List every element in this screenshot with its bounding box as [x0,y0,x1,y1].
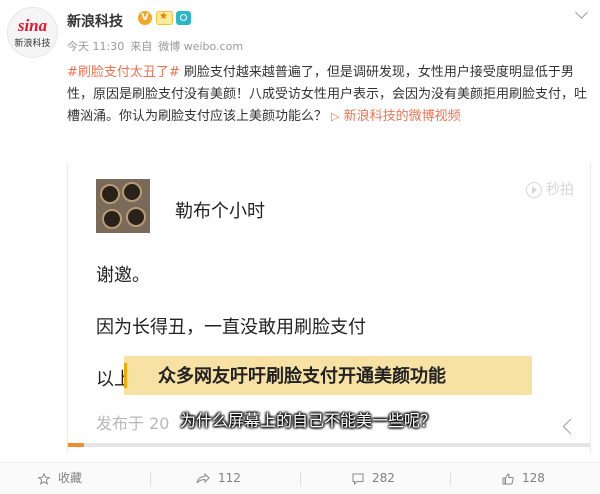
action-bar: 收藏 112 282 128 [0,462,600,494]
like-count: 128 [522,471,545,485]
watermark: 秒拍 [526,179,574,199]
member-badge-icon: ★ [156,11,173,25]
comment-count: 282 [372,471,395,485]
fullscreen-icon[interactable] [562,418,579,435]
chevron-down-icon[interactable] [575,6,588,19]
star-icon [38,472,50,485]
sina-logo: sina [17,16,48,35]
author-name[interactable]: 新浪科技 [67,11,123,31]
post-text: #刷脸支付太丑了# 刷脸支付越来越普遍了，但是调研发现，女性用户接受度明显低于男… [67,62,589,128]
verified-icon: V [138,11,152,25]
forward-count: 112 [218,471,241,485]
comment-button[interactable]: 282 [352,463,395,494]
subtitle-top: 众多网友吁吁刷脸支付开通美颜功能 [124,356,532,395]
source-prefix: 来自 [130,40,153,53]
video-progress-bar[interactable] [68,443,590,447]
avatar-label: 新浪科技 [14,39,51,49]
subtitle-accent-bar [124,363,127,388]
divider [150,471,151,486]
video-user-avatar [96,179,150,233]
video-link[interactable]: 新浪科技的微博视频 [344,109,461,124]
video-text-line: 因为长得丑，一直没敢用刷脸支付 [96,317,366,338]
thumbs-up-icon [502,472,514,484]
video-progress-fill [68,443,84,447]
subtitle-top-text: 众多网友吁吁刷脸支付开通美颜功能 [158,366,446,387]
comment-icon [352,473,364,485]
camera-badge-icon [176,11,191,25]
hashtag-link[interactable]: #刷脸支付太丑了# [67,65,180,80]
collect-button[interactable]: 收藏 [38,463,82,494]
subtitle-bottom: 为什么屏幕上的自己不能美一些呢？ [180,411,437,430]
divider [450,471,451,486]
forward-icon [196,473,210,484]
video-player[interactable]: 勒布个小时 秒拍 谢邀。 因为长得丑，一直没敢用刷脸支付 以上 众多网友吁吁刷脸… [67,163,591,453]
play-icon [526,182,542,198]
post-header: sina 新浪科技 新浪科技 V ★ 今天 11:30 来自 微博 weibo.co… [0,0,600,60]
like-button[interactable]: 128 [502,463,545,494]
video-text-line: 谢邀。 [96,265,150,286]
video-link-icon: ▷ [331,110,340,123]
post-meta: 今天 11:30 来自 微博 weibo.com [67,38,249,54]
forward-button[interactable]: 112 [196,463,241,494]
post-source[interactable]: 微博 weibo.com [158,40,243,53]
collect-label: 收藏 [58,471,83,485]
divider [300,471,301,486]
video-date-text: 发布于 20 [96,414,170,433]
avatar[interactable]: sina 新浪科技 [7,7,58,58]
watermark-text: 秒拍 [546,182,574,198]
post-time[interactable]: 今天 11:30 [67,40,124,53]
video-user-name: 勒布个小时 [175,201,265,222]
